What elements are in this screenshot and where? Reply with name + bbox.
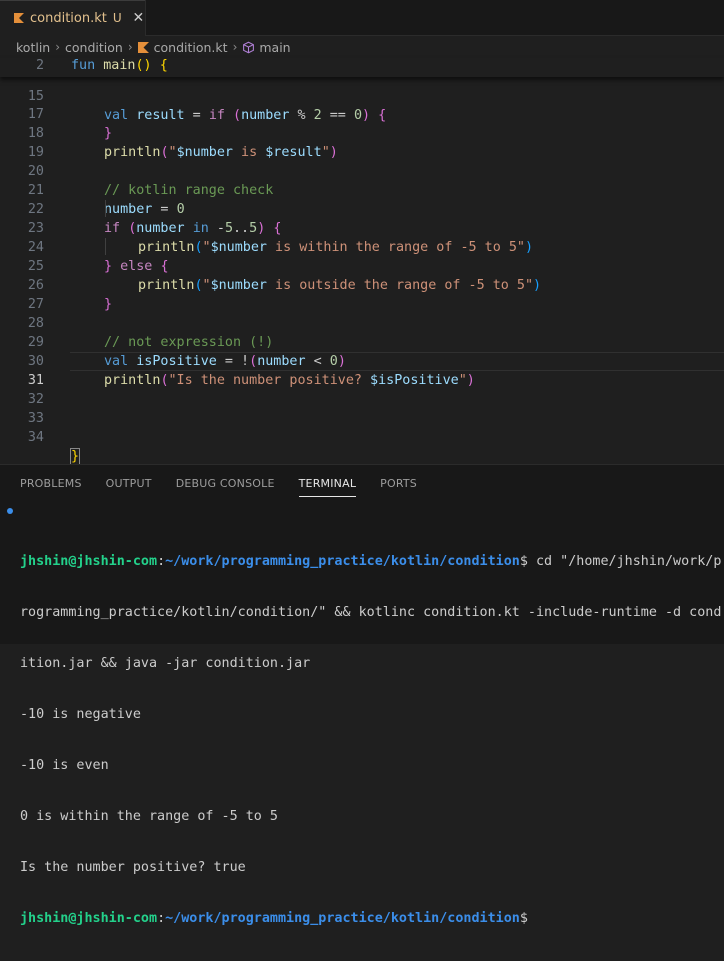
code-line: 30 println("Is the number positive? $isP… [27, 354, 475, 388]
code-line: 34 } [27, 430, 81, 465]
code-line: 20 // kotlin range check [27, 164, 274, 198]
method-cube-icon [243, 41, 255, 53]
terminal-line: jhshin@jhshin-com:~/work/programming_pra… [20, 554, 722, 569]
code-line-active[interactable]: 31 [0, 352, 724, 388]
code-line: 21 number = 0 [27, 183, 185, 217]
untracked-badge: U [112, 11, 122, 25]
tab-problems[interactable]: PROBLEMS [20, 465, 82, 501]
terminal-line: ition.jar && java -jar condition.jar [20, 656, 311, 671]
code-line: 24 } else { [27, 240, 169, 274]
breadcrumb-folder-condition[interactable]: condition [65, 40, 123, 55]
tab-title: condition.kt [30, 10, 107, 26]
terminal-line: rogramming_practice/kotlin/condition/" &… [20, 605, 722, 620]
code-line: 33 [27, 411, 44, 426]
breadcrumb: kotlin › condition › condition.kt › main [0, 36, 724, 58]
code-line: 23 println("$number is within the range … [27, 221, 534, 255]
breadcrumb-file[interactable]: condition.kt [154, 40, 228, 55]
tab-terminal[interactable]: TERMINAL [298, 465, 357, 501]
tab-output[interactable]: OUTPUT [106, 465, 152, 501]
code-line: 22 if (number in -5..5) { [27, 202, 282, 236]
code-line: 29 val isPositive = !(number < 0) [27, 335, 346, 369]
sticky-scroll-header[interactable]: 2 fun main() { [0, 58, 724, 77]
chevron-right-icon: › [55, 40, 61, 54]
terminal-line: -10 is even [20, 758, 109, 773]
code-line: 32 [27, 392, 44, 407]
bottom-panel: PROBLEMS OUTPUT DEBUG CONSOLE TERMINAL P… [0, 464, 724, 926]
tab-ports[interactable]: PORTS [380, 465, 417, 501]
breadcrumb-symbol-main[interactable]: main [259, 40, 290, 55]
terminal-output[interactable]: jhshin@jhshin-com:~/work/programming_pra… [7, 502, 722, 961]
tab-debug-console[interactable]: DEBUG CONSOLE [176, 465, 275, 501]
tab-condition-kt[interactable]: condition.kt U ✕ [0, 0, 146, 36]
code-line: 18 println("$number is $result") [27, 126, 338, 160]
code-line: 17 } [27, 107, 113, 141]
terminal-prompt: jhshin@jhshin-com:~/work/programming_pra… [20, 911, 528, 926]
code-line: 26 } [27, 278, 113, 312]
command-decoration-icon[interactable] [7, 508, 13, 514]
breadcrumb-folder-kotlin[interactable]: kotlin [16, 40, 50, 55]
editor-tab-bar: condition.kt U ✕ [0, 0, 724, 36]
indent-guide [105, 238, 106, 255]
code-line: fun main() { [71, 58, 168, 73]
code-line: 25 println("$number is outside the range… [27, 259, 542, 293]
line-number: 2 [35, 58, 44, 73]
panel-tabs: PROBLEMS OUTPUT DEBUG CONSOLE TERMINAL P… [0, 465, 441, 501]
code-line: 19 [27, 145, 44, 160]
kotlin-file-icon [14, 13, 24, 23]
terminal-line: 0 is within the range of -5 to 5 [20, 809, 278, 824]
indent-guide [105, 200, 106, 217]
terminal-line: -10 is negative [20, 707, 141, 722]
close-icon[interactable]: ✕ [132, 10, 145, 26]
code-line: 27 [27, 297, 44, 312]
kotlin-file-icon [137, 41, 149, 53]
chevron-right-icon: › [127, 40, 133, 54]
code-line: 28 // not expression (!) [27, 316, 274, 350]
terminal-line: Is the number positive? true [20, 860, 246, 875]
chevron-right-icon: › [232, 40, 238, 54]
code-editor[interactable]: 2 fun main() { 15 val result = if (numbe… [0, 58, 724, 465]
